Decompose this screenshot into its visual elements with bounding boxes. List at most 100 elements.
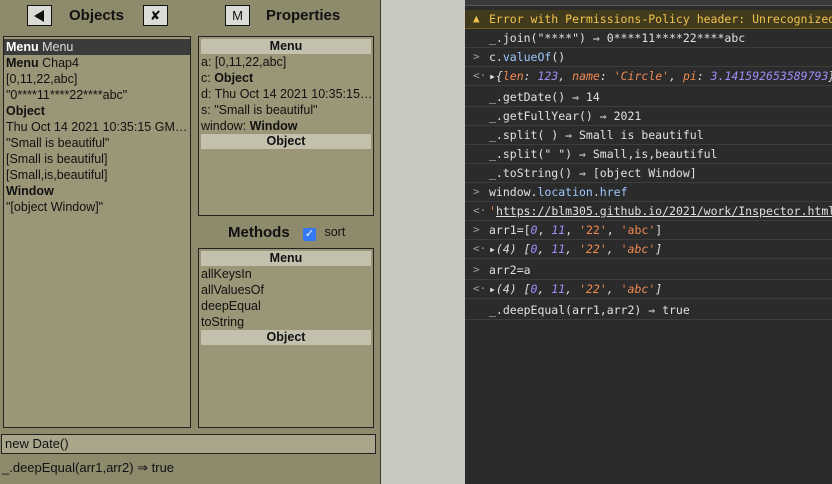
console-text: ▸(4) [0, 11, '22', 'abc'] [489,282,663,296]
object-type: Object [6,104,45,118]
inspector-panel: Objects ✘ M Properties Menu Menu Menu Cha… [0,0,381,484]
output-arrow-icon: <· [473,204,487,217]
object-value: "0****11****22****abc" [6,88,128,102]
console-input-line[interactable]: > arr2=a [465,261,832,280]
objects-list[interactable]: Menu Menu Menu Chap4 [0,11,22,abc] "0****11… [3,36,191,428]
methods-footer: Object [201,330,371,345]
console-toolbar [465,0,832,6]
console-text: arr1=[0, 11, '22', 'abc'] [489,223,663,237]
console-log-line[interactable]: _.join("****") ⇒ 0****11****22****abc [465,29,832,48]
object-value: Menu [38,40,74,54]
object-type: Menu [6,40,39,54]
property-item[interactable]: s: "Small is beautiful" [199,102,373,118]
methods-title: Methods [228,224,290,241]
console-log-line[interactable]: _.deepEqual(arr1,arr2) ⇒ true [465,301,832,320]
property-value: "Small is beautiful" [210,103,318,117]
output-arrow-icon: <· [473,282,487,295]
object-value: "Small is beautiful" [6,136,110,150]
back-button[interactable] [27,5,52,26]
property-value: Object [210,71,254,85]
property-key: d: [201,87,212,101]
console-output-line[interactable]: <· ▸(4) [0, 11, '22', 'abc'] [465,280,832,299]
object-value: [Small is beautiful] [6,152,108,166]
console-input-line[interactable]: > c.valueOf() [465,48,832,67]
object-value: [0,11,22,abc] [6,72,78,86]
console-text: _.getDate() ⇒ 14 [489,90,600,104]
console-text: _.getFullYear() ⇒ 2021 [489,109,642,123]
console-text: 'https://blm305.github.io/2021/work/Insp… [489,204,832,218]
console-input-line[interactable]: > window.location.href [465,183,832,202]
console-text: ▸{len: 123, name: 'Circle', pi: 3.141592… [489,69,832,83]
console-log-line[interactable]: _.split( ) ⇒ Small is beautiful [465,126,832,145]
object-item[interactable]: "[object Window]" [4,199,190,215]
property-item[interactable]: a: [0,11,22,abc] [199,54,373,70]
background-gap [382,0,465,484]
object-item[interactable]: [Small,is,beautiful] [4,167,190,183]
input-caret-icon: > [473,50,480,63]
object-item[interactable]: Thu Oct 14 2021 10:35:15 GMT... [4,119,190,135]
object-item[interactable]: Menu Chap4 [4,55,190,71]
sort-control[interactable]: ✓ sort [293,225,345,241]
m-button[interactable]: M [225,5,250,26]
object-value: "[object Window]" [6,200,104,214]
object-type: Menu [6,56,39,70]
warning-message: ▲ Error with Permissions-Policy header: … [465,10,832,29]
close-button[interactable]: ✘ [143,5,168,26]
warning-icon: ▲ [473,12,480,25]
expression-input[interactable]: new Date() [1,434,376,454]
property-key: s: [201,103,211,117]
object-item[interactable]: Menu Menu [4,39,190,55]
console-text: window.location.href [489,185,628,199]
property-item[interactable]: window: Window [199,118,373,134]
console-log-line[interactable]: _.split(" ") ⇒ Small,is,beautiful [465,145,832,164]
console-log-line[interactable]: _.getDate() ⇒ 14 [465,88,832,107]
method-item[interactable]: allKeysIn [199,266,373,282]
console-output-line[interactable]: <· ▸{len: 123, name: 'Circle', pi: 3.1415… [465,67,832,86]
property-key: a: [201,55,212,69]
methods-header: Menu [201,251,371,266]
method-item[interactable]: allValuesOf [199,282,373,298]
object-value: Thu Oct 14 2021 10:35:15 GMT... [6,120,190,134]
console-text: ▸(4) [0, 11, '22', 'abc'] [489,242,663,256]
object-item[interactable]: Object [4,103,190,119]
object-value: [Small,is,beautiful] [6,168,108,182]
devtools-console[interactable]: ▲ Error with Permissions-Policy header: … [465,0,832,484]
object-item[interactable]: [Small is beautiful] [4,151,190,167]
properties-title: Properties [266,7,341,24]
console-text: arr2=a [489,263,531,277]
close-icon: ✘ [150,7,161,23]
property-value: Thu Oct 14 2021 10:35:15 ... [211,87,373,101]
object-item[interactable]: [0,11,22,abc] [4,71,190,87]
console-output-line[interactable]: <·'https://blm305.github.io/2021/work/In… [465,202,832,221]
console-text: _.deepEqual(arr1,arr2) ⇒ true [489,303,690,317]
console-text: _.split(" ") ⇒ Small,is,beautiful [489,147,718,161]
property-value: [0,11,22,abc] [211,55,287,69]
console-input-line[interactable]: > arr1=[0, 11, '22', 'abc'] [465,221,832,240]
output-arrow-icon: <· [473,242,487,255]
property-item[interactable]: d: Thu Oct 14 2021 10:35:15 ... [199,86,373,102]
property-item[interactable]: c: Object [199,70,373,86]
methods-list[interactable]: Menu allKeysIn allValuesOf deepEqual toStri… [198,248,374,428]
properties-list[interactable]: Menu a: [0,11,22,abc] c: Object d: Thu Oct… [198,36,374,216]
object-value: Chap4 [38,56,79,70]
console-text: _.split( ) ⇒ Small is beautiful [489,128,704,142]
input-caret-icon: > [473,185,480,198]
input-caret-icon: > [473,263,480,276]
property-value: Window [246,119,298,133]
method-item[interactable]: deepEqual [199,298,373,314]
console-text: _.toString() ⇒ [object Window] [489,166,697,180]
object-item[interactable]: "0****11****22****abc" [4,87,190,103]
input-caret-icon: > [473,223,480,236]
console-output-line[interactable]: <· ▸(4) [0, 11, '22', 'abc'] [465,240,832,259]
object-item[interactable]: "Small is beautiful" [4,135,190,151]
result-text: _.deepEqual(arr1,arr2) ⇒ true [2,460,175,475]
console-log-line[interactable]: _.getFullYear() ⇒ 2021 [465,107,832,126]
properties-header: Menu [201,39,371,54]
sort-label: sort [324,225,346,239]
method-item[interactable]: toString [199,314,373,330]
object-item[interactable]: Window [4,183,190,199]
sort-checkbox[interactable]: ✓ [303,228,316,241]
property-key: c: [201,71,211,85]
properties-footer: Object [201,134,371,149]
console-log-line[interactable]: _.toString() ⇒ [object Window] [465,164,832,183]
